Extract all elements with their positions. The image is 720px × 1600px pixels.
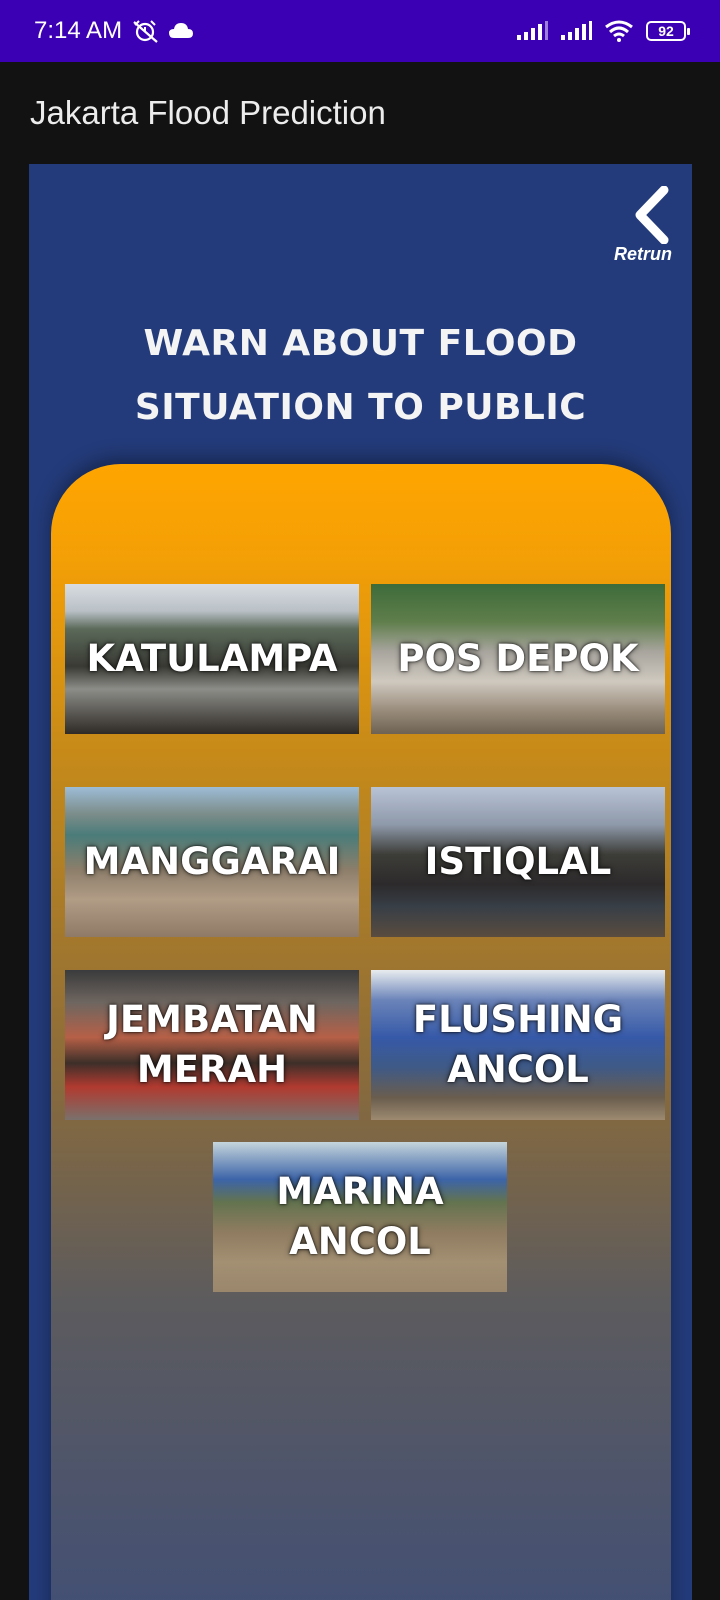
location-tile-katulampa[interactable]: KATULAMPA [65, 584, 359, 734]
signal-icon [560, 21, 592, 41]
location-label: MANGGARAI [83, 840, 341, 883]
signal-icon [516, 21, 548, 41]
status-bar: 7:14 AM 92 [0, 0, 720, 62]
chevron-left-icon [632, 185, 672, 248]
location-label: JEMBATAN MERAH [106, 998, 318, 1091]
location-tile-flushing-ancol[interactable]: FLUSHING ANCOL [371, 970, 665, 1120]
alarm-off-icon [130, 18, 160, 44]
headline-line-2: SITUATION TO PUBLIC [134, 387, 587, 428]
location-tile-pos-depok[interactable]: POS DEPOK [371, 584, 665, 734]
location-label: POS DEPOK [397, 637, 639, 680]
page-headline: WARN ABOUT FLOOD SITUATION TO PUBLIC [29, 312, 692, 440]
location-tile-jembatan-merah[interactable]: JEMBATAN MERAH [65, 970, 359, 1120]
wifi-icon [604, 20, 634, 42]
location-tile-marina-ancol[interactable]: MARINA ANCOL [213, 1142, 507, 1292]
return-label: Retrun [614, 244, 672, 264]
app-title: Jakarta Flood Prediction [30, 94, 386, 131]
headline-line-1: WARN ABOUT FLOOD [143, 323, 578, 364]
cloud-icon [168, 22, 194, 40]
app-bar: Jakarta Flood Prediction [0, 62, 720, 164]
location-label: KATULAMPA [86, 637, 338, 680]
location-tile-manggarai[interactable]: MANGGARAI [65, 787, 359, 937]
status-time: 7:14 AM [34, 17, 123, 44]
battery-icon: 92 [646, 21, 690, 41]
location-tile-istiqlal[interactable]: ISTIQLAL [371, 787, 665, 937]
location-label: MARINA ANCOL [276, 1170, 444, 1263]
return-button[interactable]: Retrun [582, 185, 672, 266]
location-label: FLUSHING ANCOL [412, 998, 624, 1091]
status-right: 92 [516, 20, 690, 42]
status-left: 7:14 AM [34, 17, 194, 45]
location-label: ISTIQLAL [424, 840, 612, 883]
